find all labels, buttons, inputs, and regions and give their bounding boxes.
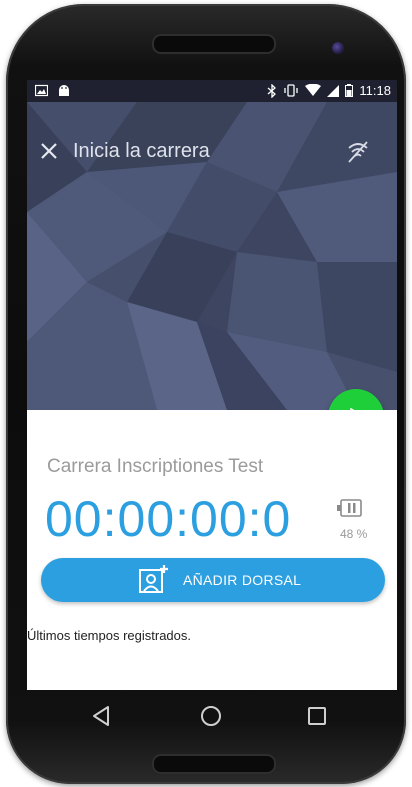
add-bib-label: AÑADIR DORSAL <box>183 572 302 588</box>
race-timer: 00:00:00:0 <box>45 491 292 547</box>
system-nav-bar <box>27 690 397 742</box>
add-person-icon <box>139 565 168 593</box>
bluetooth-icon <box>267 83 277 98</box>
front-camera <box>332 42 344 54</box>
toolbar-title: Inicia la carrera <box>73 140 210 162</box>
bottom-speaker <box>152 754 276 774</box>
race-card: Carrera Inscriptiones Test 00:00:00:0 48… <box>27 410 397 690</box>
earpiece-speaker <box>152 34 276 54</box>
status-time: 11:18 <box>359 83 391 98</box>
signal-icon <box>327 84 340 97</box>
close-icon[interactable] <box>39 138 65 164</box>
wifi-icon <box>305 84 322 96</box>
back-icon[interactable] <box>90 704 114 728</box>
last-times-header: Últimos tiempos registrados. <box>27 628 191 643</box>
app-screen: 11:18 Inicia la carrera Carrera Inscript… <box>27 80 397 690</box>
vibrate-icon <box>284 84 299 97</box>
status-bar: 11:18 <box>27 80 397 102</box>
status-right-icons: 11:18 <box>267 83 391 98</box>
home-icon[interactable] <box>199 704 223 728</box>
recent-apps-icon[interactable] <box>307 706 327 726</box>
battery-icon <box>337 499 362 517</box>
image-notification-icon <box>35 84 48 97</box>
gps-off-icon[interactable] <box>345 138 371 164</box>
battery-status-icon <box>345 84 354 97</box>
hero-background: Inicia la carrera <box>27 102 397 410</box>
battery-percent: 48 % <box>340 527 368 541</box>
status-left-icons <box>35 84 70 97</box>
android-icon <box>59 85 69 96</box>
add-bib-button[interactable]: AÑADIR DORSAL <box>41 558 385 602</box>
race-name: Carrera Inscriptiones Test <box>47 456 264 477</box>
